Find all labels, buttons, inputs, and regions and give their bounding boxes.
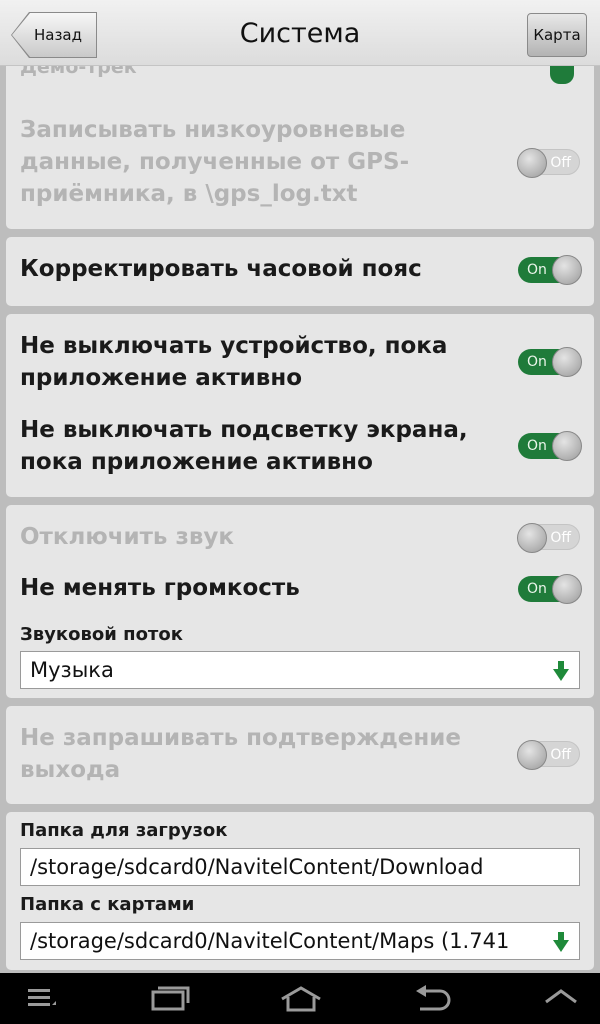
exit-confirm-label: Не запрашивать подтверждение выхода — [20, 725, 461, 783]
keep-backlight-toggle[interactable]: On — [518, 431, 582, 461]
chevron-up-icon[interactable] — [543, 985, 579, 1007]
map-button[interactable]: Карта — [527, 13, 587, 57]
download-folder-field[interactable]: /storage/sdcard0/NavitelContent/Download — [20, 848, 580, 886]
system-nav-bar — [0, 973, 600, 1024]
group-sound: Отключить звук Off Не менять громкость O… — [6, 505, 594, 698]
exit-confirm-toggle[interactable]: Off — [517, 740, 580, 770]
back-icon[interactable] — [412, 985, 452, 1011]
page-title: Система — [239, 18, 361, 49]
download-folder-label: Папка для загрузок — [20, 820, 228, 841]
arrow-down-icon — [553, 932, 569, 952]
gps-log-toggle[interactable]: Off — [517, 148, 580, 178]
group-exit: Не запрашивать подтверждение выхода Off — [6, 706, 594, 804]
keep-volume-toggle[interactable]: On — [518, 574, 582, 604]
audio-stream-select[interactable]: Музыка — [20, 651, 580, 689]
mute-toggle[interactable]: Off — [517, 523, 580, 553]
menu-icon[interactable] — [26, 985, 58, 1011]
keep-backlight-label: Не выключать подсветку экрана, пока прил… — [20, 417, 468, 475]
audio-stream-label: Звуковой поток — [20, 624, 183, 645]
keep-volume-label: Не менять громкость — [20, 575, 300, 601]
group-folders: Папка для загрузок /storage/sdcard0/Navi… — [6, 812, 594, 970]
maps-folder-label: Папка с картами — [20, 894, 195, 915]
timezone-toggle[interactable]: On — [518, 255, 582, 285]
group-power: Не выключать устройство, пока приложение… — [6, 314, 594, 497]
home-icon[interactable] — [279, 985, 323, 1013]
mute-label: Отключить звук — [20, 524, 235, 550]
keep-device-toggle[interactable]: On — [518, 347, 582, 377]
settings-content: Демо-трек Записывать низкоуровневые данн… — [0, 0, 600, 973]
maps-folder-select[interactable]: /storage/sdcard0/NavitelContent/Maps (1.… — [20, 922, 580, 960]
recent-apps-icon[interactable] — [150, 985, 190, 1011]
keep-device-label: Не выключать устройство, пока приложение… — [20, 333, 448, 391]
top-bar: Назад Система Карта — [0, 0, 600, 66]
group-timezone: Корректировать часовой пояс On — [6, 237, 594, 306]
group-gps: Демо-трек Записывать низкоуровневые данн… — [6, 40, 594, 229]
gps-log-label: Записывать низкоуровневые данные, получе… — [20, 117, 410, 207]
arrow-down-icon — [553, 661, 569, 681]
timezone-label: Корректировать часовой пояс — [20, 256, 422, 282]
